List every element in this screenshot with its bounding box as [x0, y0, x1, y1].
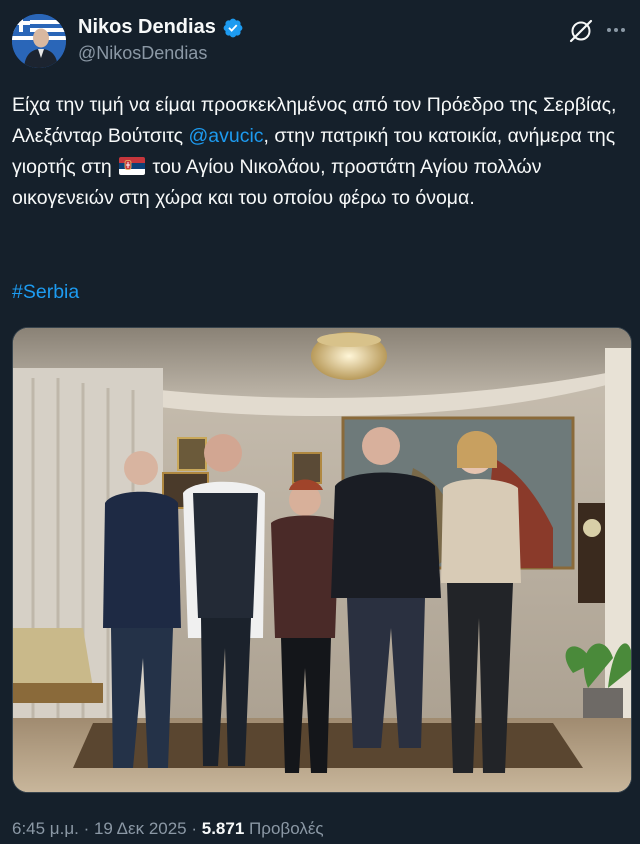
group-photo-image — [13, 328, 631, 792]
date[interactable]: 19 Δεκ 2025 — [94, 819, 187, 838]
views-label: Προβολές — [244, 819, 324, 838]
tweet-text: Είχα την τιμή να είμαι προσκεκλημένος απ… — [12, 90, 624, 214]
serbia-flag-icon — [119, 157, 146, 175]
tweet-photo[interactable] — [12, 327, 632, 793]
avatar[interactable] — [12, 14, 66, 68]
views-count: 5.871 — [201, 819, 245, 838]
separator: · — [186, 819, 202, 838]
mention-link[interactable]: @avucic — [188, 125, 263, 147]
more-options-icon[interactable] — [604, 18, 628, 42]
author-handle[interactable]: @NikosDendias — [78, 43, 244, 64]
separator: · — [78, 819, 94, 838]
tweet-meta: 6:45 μ.μ. · 19 Δεκ 2025 · 5.871 Προβολές — [12, 819, 324, 839]
tweet-header: Nikos Dendias @NikosDendias — [12, 12, 628, 68]
grok-icon[interactable] — [568, 18, 594, 44]
display-name[interactable]: Nikos Dendias — [78, 16, 216, 39]
timestamp[interactable]: 6:45 μ.μ. — [12, 819, 79, 838]
author-names: Nikos Dendias @NikosDendias — [78, 16, 244, 64]
hashtag-link[interactable]: #Serbia — [12, 281, 79, 304]
verified-badge-icon — [222, 17, 244, 39]
